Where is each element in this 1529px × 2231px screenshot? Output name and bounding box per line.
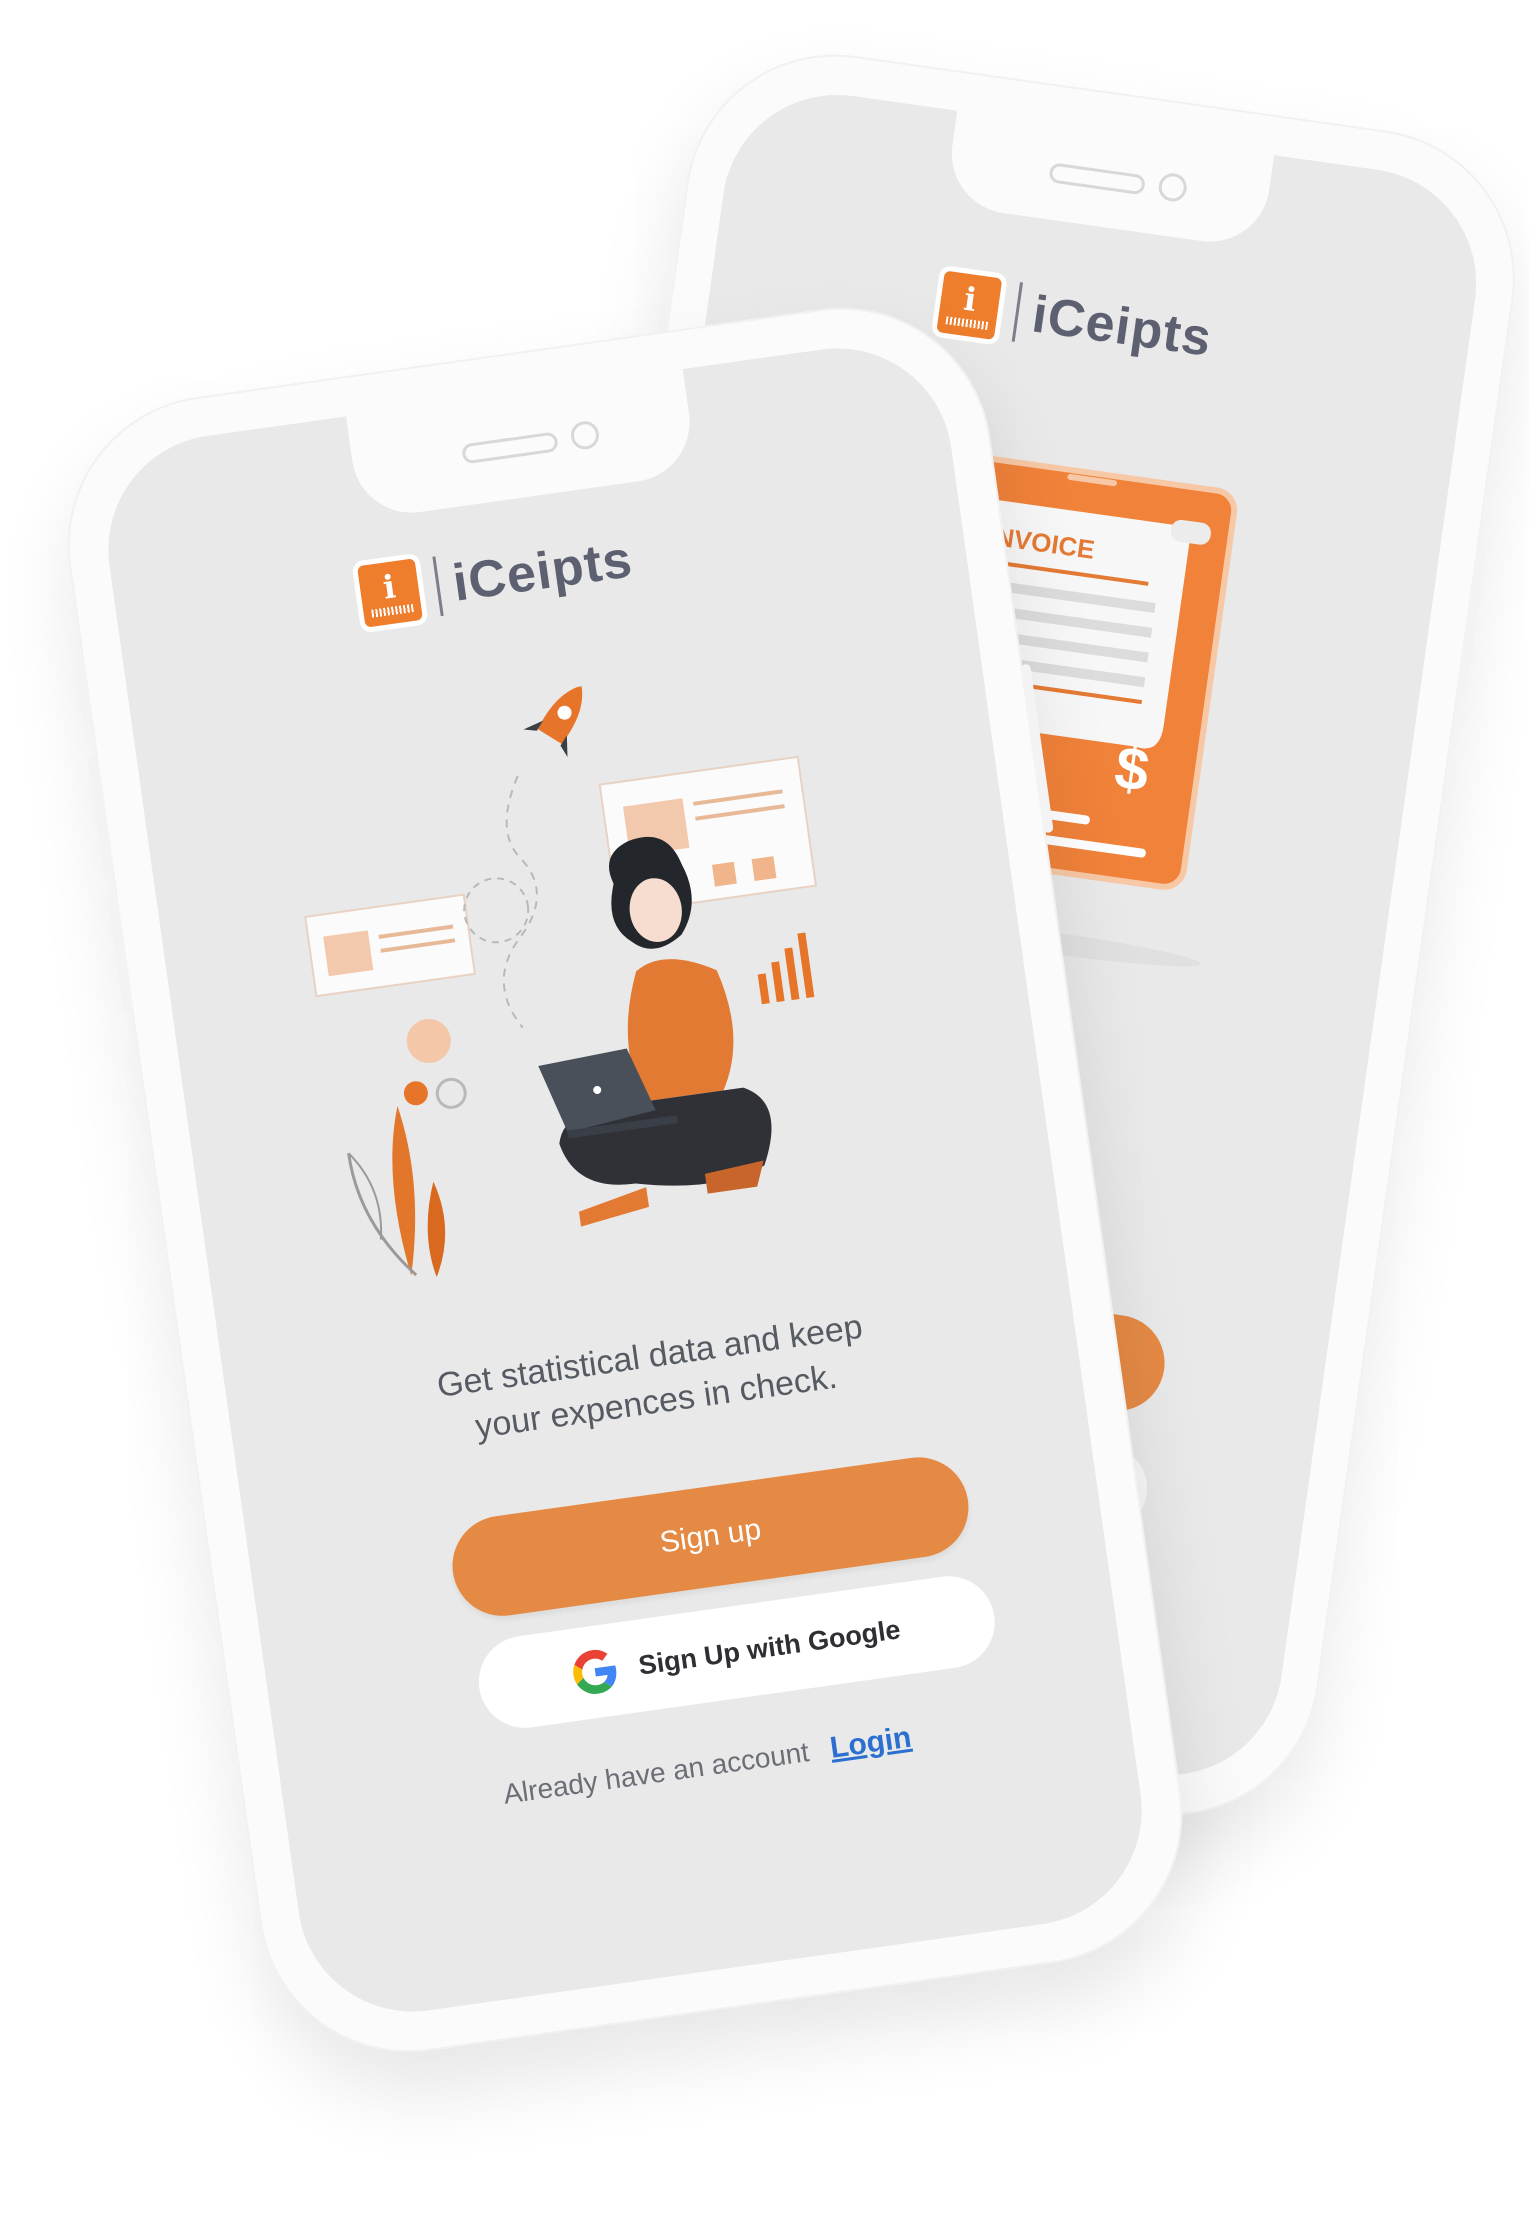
speaker-icon	[1048, 162, 1147, 196]
power-button	[1455, 547, 1487, 698]
login-link[interactable]: Login	[828, 1721, 913, 1765]
logo-icon: i	[936, 270, 1003, 340]
speaker-icon	[461, 431, 559, 465]
login-prompt: Already have an account Login	[284, 1690, 1130, 1842]
front-phone-screen: i iCeipts Get statistical data and keep …	[93, 333, 1157, 2027]
brand-name: iCeipts	[449, 530, 637, 613]
rocket-icon	[523, 685, 583, 758]
google-g-icon	[573, 1649, 617, 1694]
camera-icon	[1156, 171, 1189, 204]
gear-icon	[403, 1018, 467, 1109]
volume-up-button	[87, 754, 115, 875]
notch	[944, 110, 1275, 250]
brand-logo: i iCeipts	[936, 270, 1216, 370]
logo-divider	[1011, 282, 1024, 342]
brand-logo: i iCeipts	[356, 528, 637, 628]
account-prompt-text: Already have an account	[501, 1736, 811, 1810]
bar-chart-icon	[757, 932, 815, 1005]
logo-divider	[432, 556, 444, 617]
camera-icon	[569, 419, 601, 452]
hero-illustration	[304, 685, 818, 1278]
google-button-label: Sign Up with Google	[636, 1613, 903, 1681]
plant-icon	[347, 1105, 446, 1278]
mute-switch	[73, 655, 94, 726]
notch	[346, 369, 698, 521]
card-left-icon	[304, 893, 476, 998]
brand-name: iCeipts	[1028, 285, 1216, 368]
volume-down-button	[107, 892, 134, 1014]
signup-button-label: Sign up	[657, 1512, 764, 1560]
logo-icon: i	[356, 558, 424, 628]
tagline: Get statistical data and keep your expen…	[434, 1307, 865, 1447]
